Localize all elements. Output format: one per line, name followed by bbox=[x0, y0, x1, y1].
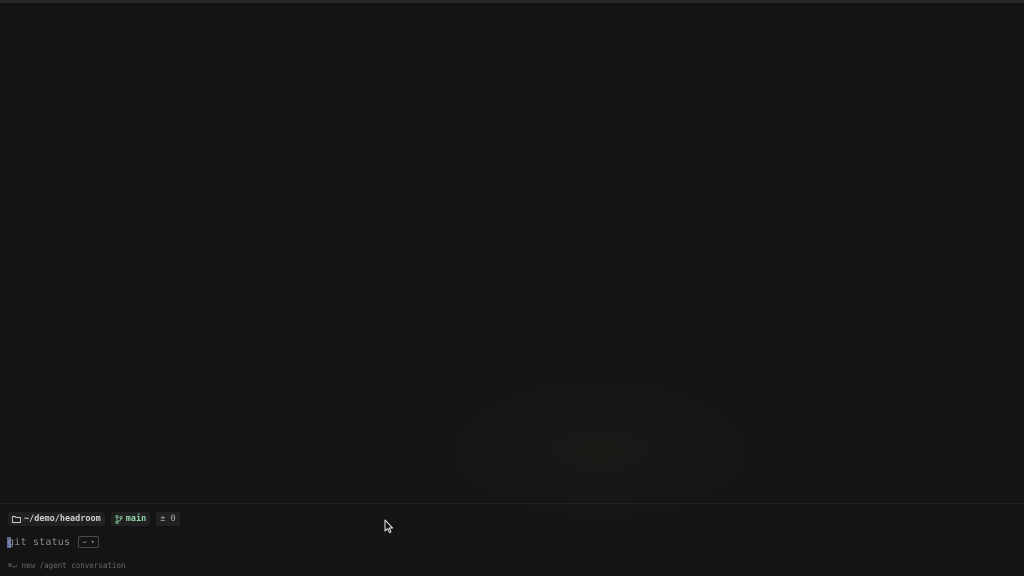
command-input[interactable]: git status → ▾ bbox=[7, 535, 99, 549]
git-branch-icon bbox=[115, 514, 123, 524]
branch-name: main bbox=[125, 514, 147, 524]
terminal-window: ~/demo/headroom main ± 0 git status → ▾ … bbox=[0, 0, 1024, 576]
hint-text: ⌘↵ new /agent conversation bbox=[8, 560, 126, 570]
changes-count: ± 0 bbox=[160, 514, 176, 524]
directory-chip[interactable]: ~/demo/headroom bbox=[8, 512, 105, 526]
command-input-value: git status bbox=[8, 536, 71, 548]
directory-path: ~/demo/headroom bbox=[24, 514, 101, 524]
changes-chip[interactable]: ± 0 bbox=[156, 512, 180, 526]
text-cursor bbox=[7, 536, 11, 548]
autocomplete-shortcut-badge[interactable]: → ▾ bbox=[78, 536, 99, 548]
branch-chip[interactable]: main bbox=[110, 512, 151, 526]
keyboard-hint: ⌘↵ new /agent conversation bbox=[8, 560, 125, 570]
folder-icon bbox=[12, 515, 21, 523]
terminal-output-area[interactable] bbox=[0, 3, 1024, 503]
mouse-pointer-icon bbox=[384, 519, 394, 534]
context-chips: ~/demo/headroom main ± 0 bbox=[8, 512, 180, 526]
input-divider bbox=[0, 503, 1024, 504]
